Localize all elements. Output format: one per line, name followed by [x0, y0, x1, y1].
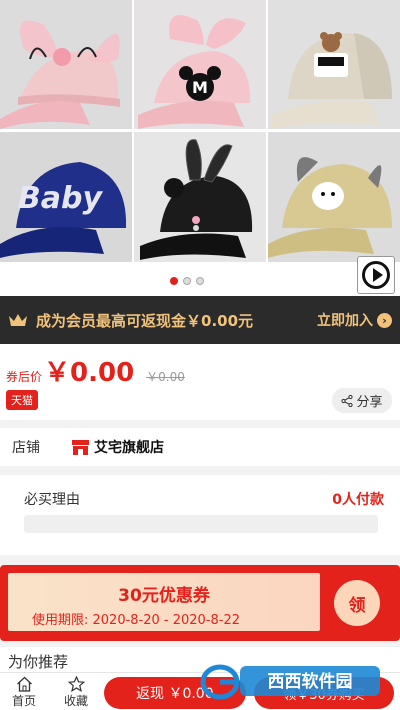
- chevron-right-icon: ›: [377, 312, 392, 328]
- home-label: 首页: [11, 694, 36, 708]
- shop-row[interactable]: 店铺 艾宅旗舰店: [0, 428, 400, 466]
- coupon-amount: 30元优惠券: [118, 586, 210, 606]
- join-vip-button[interactable]: 立即加入 ›: [317, 310, 392, 330]
- pagination-dot[interactable]: [183, 277, 191, 285]
- pagination-dot[interactable]: [196, 277, 204, 285]
- star-icon: [67, 676, 85, 692]
- vip-promo-text: 成为会员最高可返现金￥0.00元: [36, 311, 254, 330]
- mickey-bow-cap-image: M: [134, 0, 266, 129]
- coupon-section: 30元优惠券 使用期限: 2020-8-20 - 2020-8-22 领: [0, 565, 400, 641]
- reason-title: 必买理由: [24, 492, 80, 508]
- play-icon: [362, 261, 390, 289]
- gold-sequin-cat-ear-cap-image: [268, 132, 400, 262]
- join-vip-label: 立即加入: [317, 313, 373, 329]
- shop-label: 店铺: [12, 440, 40, 456]
- product-detail-page: M Baby 成为会员最高可返现金￥0.00元 立即加入 › 券后价 ￥0.00…: [0, 0, 400, 710]
- purchase-reason-section: 必买理由 0人付款: [0, 475, 400, 555]
- favorite-button[interactable]: 收藏: [58, 676, 94, 709]
- coupon-validity: 使用期限: 2020-8-20 - 2020-8-22: [32, 613, 241, 628]
- svg-text:Baby: Baby: [18, 181, 104, 216]
- gallery-pagination: [170, 277, 204, 285]
- video-play-button[interactable]: [357, 256, 395, 294]
- product-gallery[interactable]: M Baby: [0, 0, 400, 296]
- price-section: 券后价 ￥0.00 ￥0.00 天猫 分享: [0, 344, 400, 420]
- coupon-price-label: 券后价: [6, 370, 43, 384]
- svg-text:M: M: [192, 78, 208, 97]
- store-icon: [72, 439, 89, 455]
- coupon-card: 30元优惠券 使用期限: 2020-8-20 - 2020-8-22: [8, 573, 320, 631]
- blue-baby-sequin-cap-image: Baby: [0, 132, 132, 262]
- share-label: 分享: [356, 395, 383, 410]
- home-icon: [16, 676, 32, 692]
- coupon-price-value: ￥0.00: [44, 358, 135, 388]
- original-price: ￥0.00: [146, 370, 185, 384]
- product-image-grid: M Baby: [0, 0, 400, 262]
- share-icon: [341, 394, 354, 407]
- pagination-dot-active[interactable]: [170, 277, 178, 285]
- favorite-label: 收藏: [63, 694, 88, 708]
- pink-sequin-bow-cap-image: [0, 0, 132, 129]
- home-nav-button[interactable]: 首页: [6, 676, 42, 709]
- crown-icon: [9, 314, 27, 326]
- share-button[interactable]: 分享: [332, 388, 392, 413]
- svg-text:西西软件园: 西西软件园: [268, 671, 353, 692]
- reason-text-placeholder: [24, 515, 378, 533]
- watermark-logo: 西西软件园: [200, 664, 380, 700]
- claim-coupon-button[interactable]: 领: [334, 580, 380, 626]
- vip-banner[interactable]: 成为会员最高可返现金￥0.00元 立即加入 ›: [0, 296, 400, 344]
- price-row: 券后价 ￥0.00 ￥0.00: [6, 352, 185, 389]
- black-bunny-ear-cap-image: [134, 132, 266, 262]
- shop-name[interactable]: 艾宅旗舰店: [94, 437, 164, 457]
- beige-bear-mesh-cap-image: [268, 0, 400, 129]
- buyer-count: 0人付款: [332, 492, 384, 508]
- platform-badge: 天猫: [6, 390, 38, 410]
